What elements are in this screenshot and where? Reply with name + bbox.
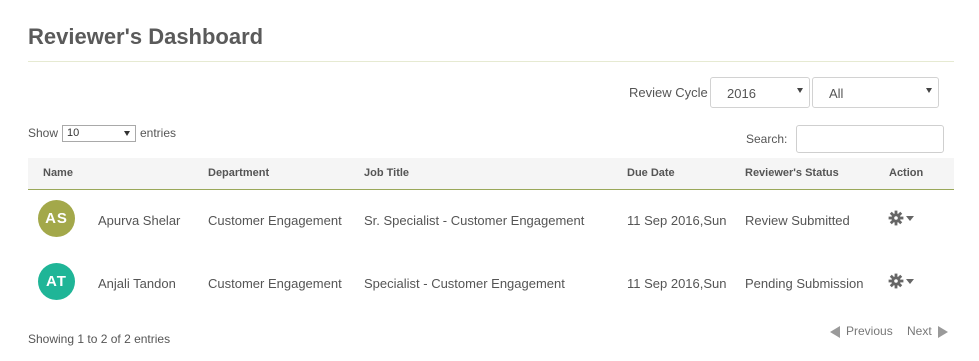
table-row[interactable]: AS Apurva Shelar Customer Engagement Sr.… <box>28 190 954 252</box>
avatar: AT <box>38 263 75 300</box>
search-input[interactable] <box>796 125 944 153</box>
job-title: Sr. Specialist - Customer Engagement <box>364 213 585 228</box>
due-date: 11 Sep 2016,Sun <box>627 213 727 228</box>
gear-icon[interactable] <box>888 210 916 226</box>
column-header-job-title[interactable]: Job Title <box>364 167 409 179</box>
review-status-value: All <box>829 86 844 101</box>
search-label: Search: <box>746 132 788 146</box>
department: Customer Engagement <box>208 276 342 291</box>
column-header-reviewer-status[interactable]: Reviewer's Status <box>745 167 839 179</box>
page-title: Reviewer's Dashboard <box>28 24 264 49</box>
review-cycle-year-select[interactable]: 2016 <box>710 77 810 108</box>
review-status-select[interactable]: All <box>812 77 939 108</box>
job-title: Specialist - Customer Engagement <box>364 276 565 291</box>
review-cycle-label: Review Cycle <box>629 85 708 100</box>
chevron-down-icon <box>926 88 932 93</box>
avatar: AS <box>38 200 75 237</box>
table-header: Name Department Job Title Due Date Revie… <box>28 158 954 190</box>
gear-icon[interactable] <box>888 273 916 289</box>
employee-name[interactable]: Apurva Shelar <box>98 213 180 228</box>
column-header-action: Action <box>889 167 924 179</box>
due-date: 11 Sep 2016,Sun <box>627 276 727 291</box>
page-length-select[interactable]: 10 <box>62 125 136 142</box>
title-divider <box>28 61 954 62</box>
chevron-left-icon <box>830 325 840 338</box>
next-button[interactable]: Next <box>907 324 948 338</box>
employee-name[interactable]: Anjali Tandon <box>98 276 176 291</box>
reviewer-status: Review Submitted <box>745 213 850 228</box>
reviewer-status: Pending Submission <box>745 276 864 291</box>
previous-button[interactable]: Previous <box>830 324 893 338</box>
entries-label: entries <box>140 126 177 140</box>
column-header-name[interactable]: Name <box>43 167 73 179</box>
review-cycle-year-value: 2016 <box>727 86 756 101</box>
department: Customer Engagement <box>208 213 342 228</box>
table-info: Showing 1 to 2 of 2 entries <box>28 332 171 346</box>
chevron-right-icon <box>937 325 948 338</box>
page-length-value: 10 <box>67 127 80 139</box>
column-header-due-date[interactable]: Due Date <box>627 167 675 179</box>
previous-label: Previous <box>846 324 893 338</box>
chevron-down-icon <box>124 131 130 136</box>
table-row[interactable]: AT Anjali Tandon Customer Engagement Spe… <box>28 253 954 315</box>
next-label: Next <box>907 324 932 338</box>
chevron-down-icon <box>797 88 803 93</box>
column-header-department[interactable]: Department <box>208 167 269 179</box>
show-label: Show <box>28 126 59 140</box>
